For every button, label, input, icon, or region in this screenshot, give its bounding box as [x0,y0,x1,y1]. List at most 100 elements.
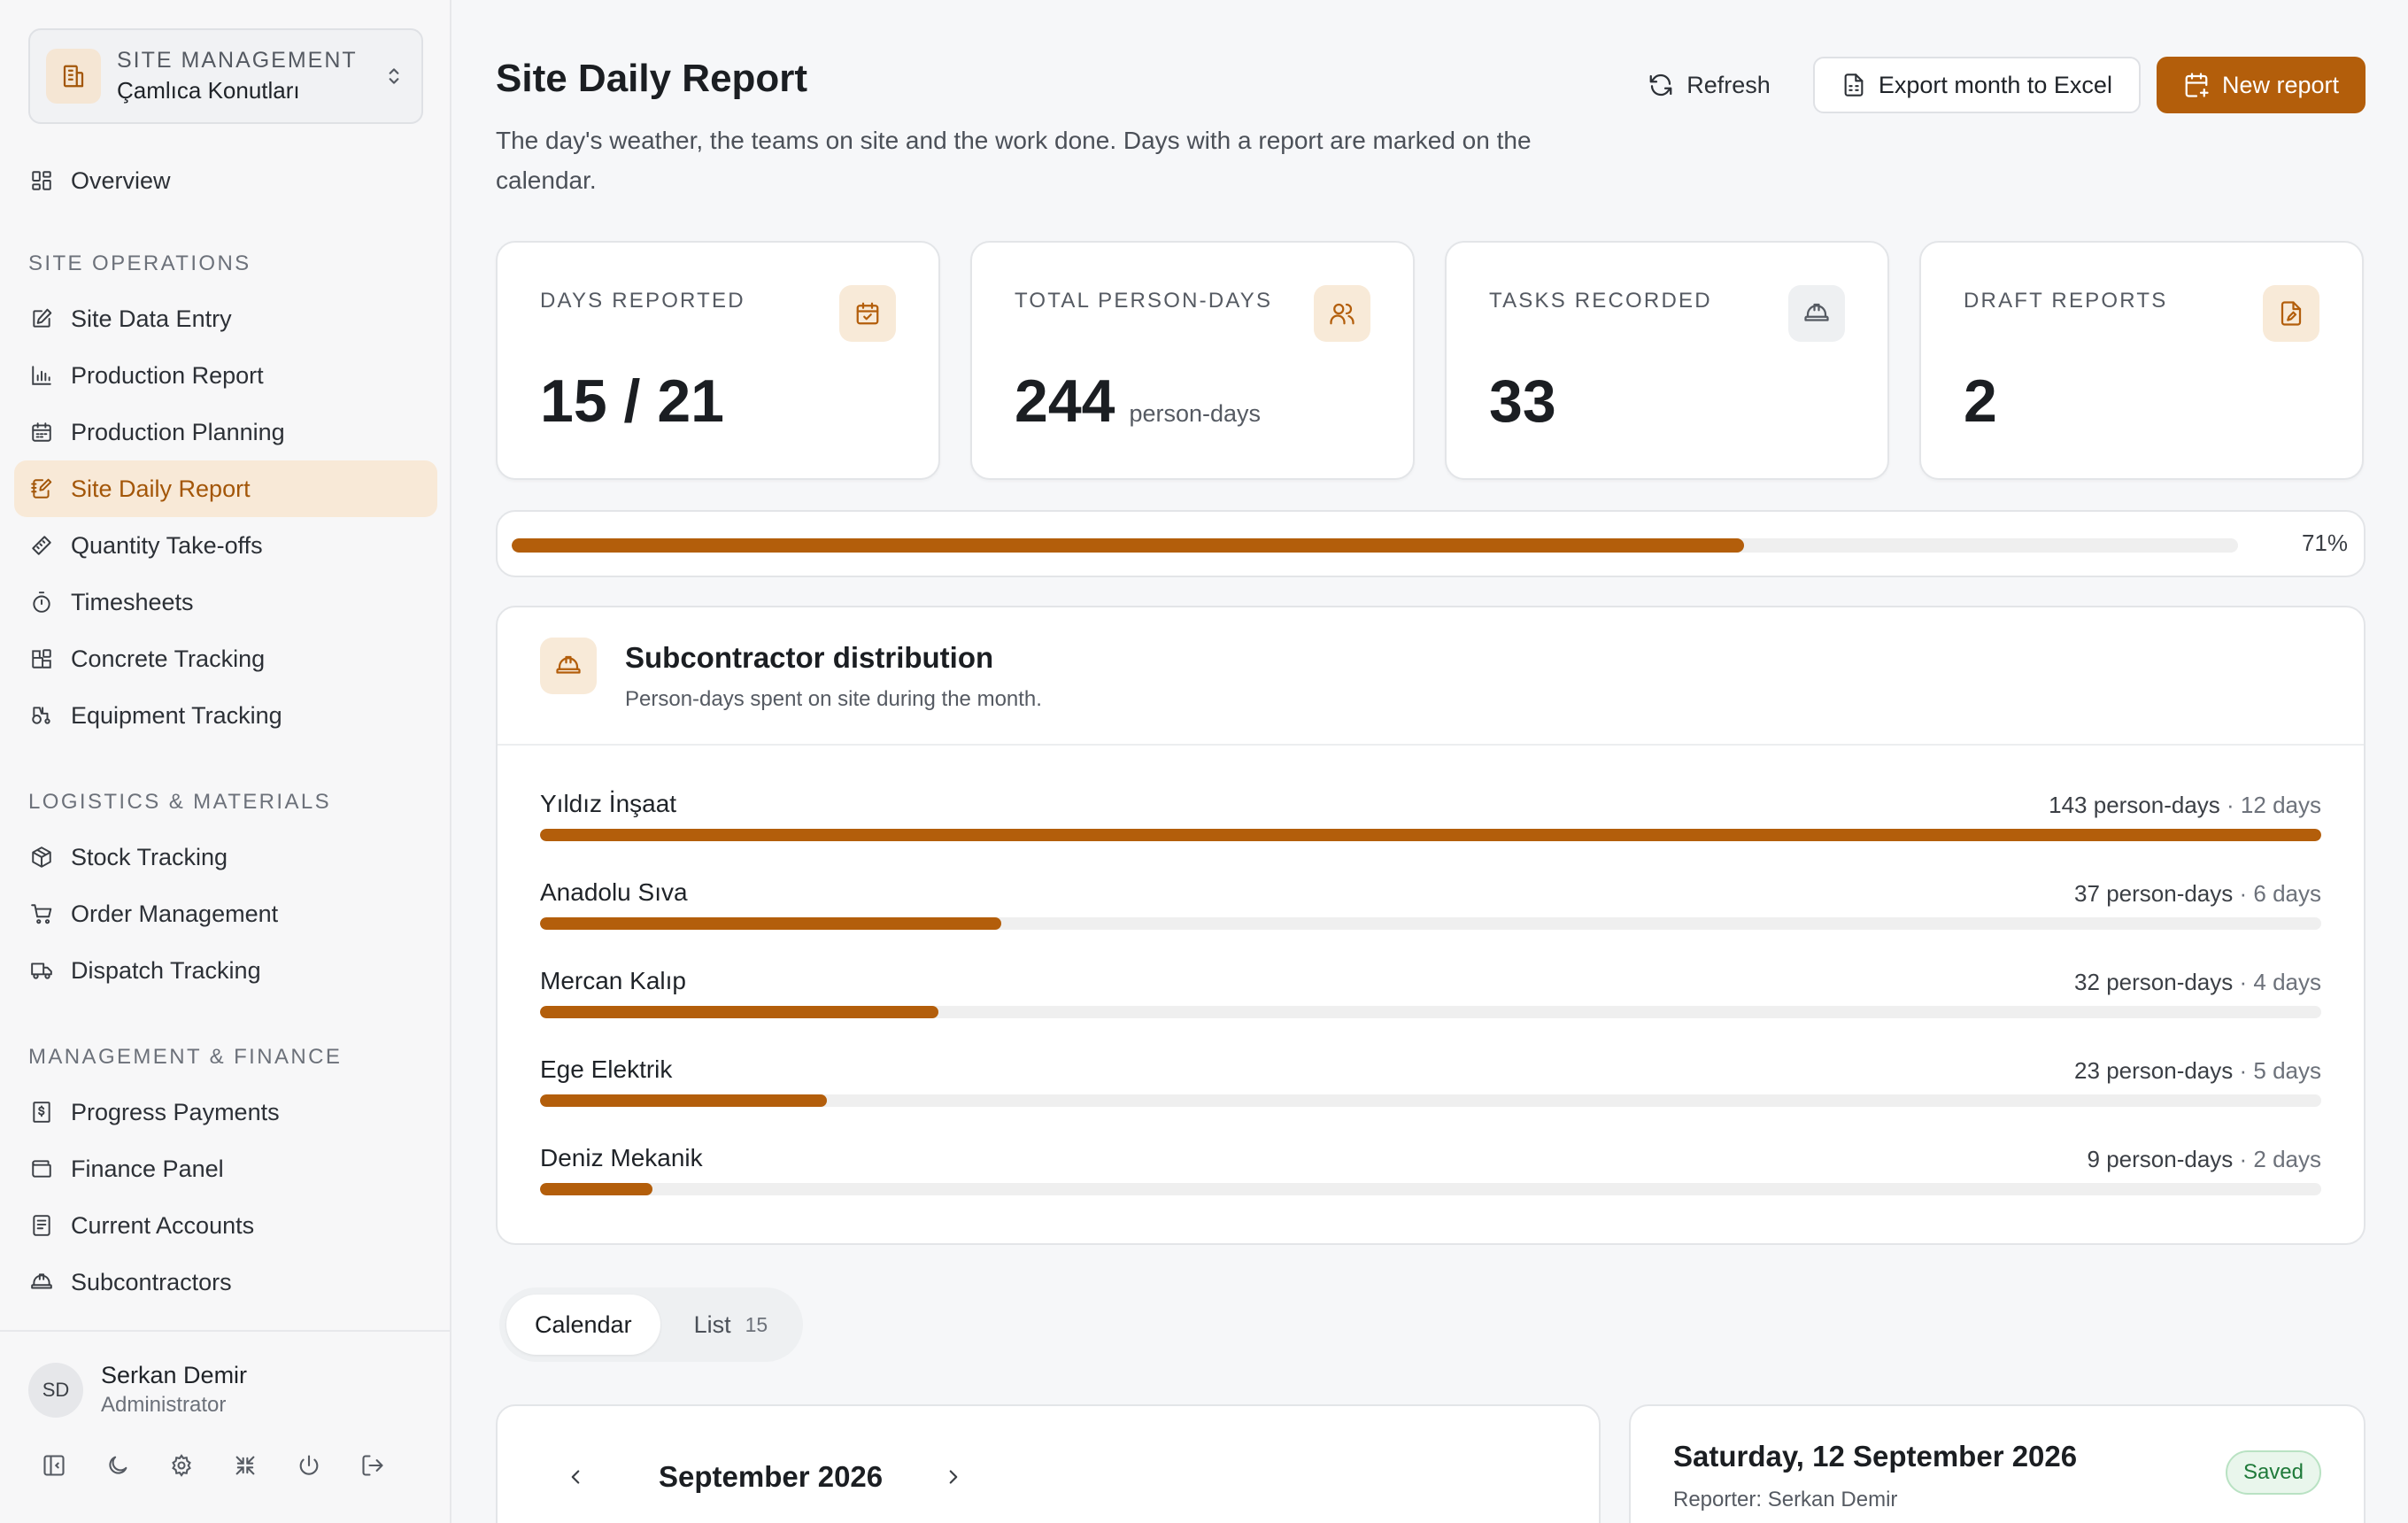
stat-card-draft-reports: DRAFT REPORTS 2 [1919,241,2364,480]
user-name: Serkan Demir [101,1362,248,1388]
card-subtitle: Person-days spent on site during the mon… [625,687,1042,711]
sidebar-item-label: Current Accounts [71,1211,255,1239]
subcontractor-name: Ege Elektrik [540,1055,673,1083]
subcontractor-name: Deniz Mekanik [540,1144,703,1171]
section-heading: MANAGEMENT & FINANCE [28,1045,343,1069]
sidebar-item-subcontractors[interactable]: Subcontractors [14,1254,437,1310]
sidebar-item-production-report[interactable]: Production Report [14,347,437,404]
sidebar-item-label: Production Report [71,361,264,389]
subcontractor-bar-fill [540,917,1001,930]
site-name: Çamlıca Konutları [117,77,300,104]
sidebar-item-equipment-tracking[interactable]: Equipment Tracking [14,687,437,744]
subcontractor-row: Ege Elektrik 23 person-days · 5 days [540,1055,2321,1144]
stat-unit: person-days [1129,400,1262,427]
view-tabs: Calendar List 15 [499,1287,804,1362]
subcontractor-days: 4 days [2253,969,2321,995]
sidebar-item-finance-panel[interactable]: Finance Panel [14,1140,437,1197]
hard-hat-icon [1788,285,1845,342]
sidebar-item-label: Production Planning [71,418,285,445]
sidebar-item-label: Site Data Entry [71,305,232,332]
sidebar-item-dispatch-tracking[interactable]: Dispatch Tracking [14,942,437,999]
status-badge: Saved [2225,1450,2321,1495]
subcontractor-person-days: 23 person-days [2074,1057,2234,1084]
header-actions: Refresh Export month to Excel New report [1621,57,2366,113]
subcontractor-meta: 143 person-days · 12 days [2049,792,2321,818]
sidebar-item-production-planning[interactable]: Production Planning [14,404,437,460]
blocks-icon [28,646,55,672]
edit-icon [28,305,55,332]
package-icon [28,844,55,870]
gear-icon[interactable] [168,1452,195,1479]
sidebar-item-overview[interactable]: Overview [14,152,437,209]
sidebar-item-label: Finance Panel [71,1155,224,1182]
subcontractor-person-days: 9 person-days [2087,1146,2234,1172]
section-heading: LOGISTICS & MATERIALS [28,790,332,814]
stat-card-tasks-recorded: TASKS RECORDED 33 [1445,241,1889,480]
power-icon[interactable] [296,1452,322,1479]
subcontractor-row: Mercan Kalıp 32 person-days · 4 days [540,967,2321,1055]
stat-card-total-person-days: TOTAL PERSON-DAYS 244 person-days [970,241,1415,480]
sidebar-item-label: Equipment Tracking [71,701,282,729]
sidebar-item-timesheets[interactable]: Timesheets [14,574,437,630]
subcontractor-person-days: 32 person-days [2074,969,2234,995]
users-icon [1314,285,1370,342]
calendar-month: September 2026 [659,1460,884,1493]
calendar-plus-icon [2183,72,2210,98]
moon-icon[interactable] [104,1452,131,1479]
subcontractor-bar-track [540,1006,2321,1018]
truck-icon [28,957,55,984]
minimize-icon[interactable] [232,1452,259,1479]
section-heading: SITE OPERATIONS [28,251,251,275]
month-progress: 71% [496,510,2366,577]
subcontractor-bar-fill [540,829,2321,841]
hard-hat-icon [540,638,597,694]
site-switcher[interactable]: SITE MANAGEMENT Çamlıca Konutları [28,28,423,124]
tab-list[interactable]: List 15 [666,1295,797,1355]
subcontractor-distribution-card: Subcontractor distribution Person-days s… [496,606,2366,1245]
logout-icon[interactable] [359,1452,386,1479]
stat-card-days-reported: DAYS REPORTED 15 / 21 [496,241,940,480]
footer-toolbar [41,1452,386,1479]
stopwatch-icon [28,589,55,615]
stat-label: DRAFT REPORTS [1964,289,2168,313]
export-excel-button[interactable]: Export month to Excel [1812,57,2141,113]
stat-label: TASKS RECORDED [1489,289,1712,313]
sidebar-item-quantity-take-offs[interactable]: Quantity Take-offs [14,517,437,574]
stat-value: 33 [1489,367,1556,435]
sidebar-item-label: Dispatch Tracking [71,956,261,984]
sidebar-item-site-daily-report[interactable]: Site Daily Report [14,460,437,517]
sidebar-item-order-management[interactable]: Order Management [14,885,437,942]
sidebar-item-site-data-entry[interactable]: Site Data Entry [14,290,437,347]
sidebar-collapse-icon[interactable] [41,1452,67,1479]
subcontractor-days: 12 days [2240,792,2321,818]
stat-cards: DAYS REPORTED 15 / 21 TOTAL PERSON-DAYS … [496,241,2364,480]
sidebar-item-label: Order Management [71,900,279,927]
subcontractor-days: 6 days [2253,880,2321,907]
subcontractor-bar-fill [540,1006,939,1018]
sidebar-item-concrete-tracking[interactable]: Concrete Tracking [14,630,437,687]
tab-list-label: List [693,1310,731,1338]
sidebar-item-label: Stock Tracking [71,843,228,870]
ledger-icon [28,1212,55,1239]
sidebar-item-label: Progress Payments [71,1098,280,1125]
progress-percent: 71% [2301,530,2348,556]
sidebar-item-current-accounts[interactable]: Current Accounts [14,1197,437,1254]
prev-month-button[interactable] [558,1459,593,1495]
tab-calendar[interactable]: Calendar [506,1295,660,1355]
sidebar-item-label: Site Daily Report [71,475,251,502]
new-report-button[interactable]: New report [2156,57,2366,113]
subcontractor-meta: 9 person-days · 2 days [2087,1146,2321,1172]
next-month-button[interactable] [936,1459,971,1495]
refresh-button[interactable]: Refresh [1621,57,1797,113]
user-card[interactable]: SD Serkan Demir Administrator [28,1362,247,1418]
subcontractor-meta: 37 person-days · 6 days [2074,880,2321,907]
subcontractor-meta: 32 person-days · 4 days [2074,969,2321,995]
refresh-label: Refresh [1686,71,1771,98]
sidebar-item-stock-tracking[interactable]: Stock Tracking [14,829,437,885]
chevrons-up-down-icon [382,65,405,88]
stat-value: 244 [1015,367,1115,435]
subcontractor-list: Yıldız İnşaat 143 person-days · 12 days … [540,790,2321,1233]
sidebar-item-progress-payments[interactable]: Progress Payments [14,1084,437,1140]
subcontractor-days: 5 days [2253,1057,2321,1084]
page-description: The day's weather, the teams on site and… [496,127,1532,194]
